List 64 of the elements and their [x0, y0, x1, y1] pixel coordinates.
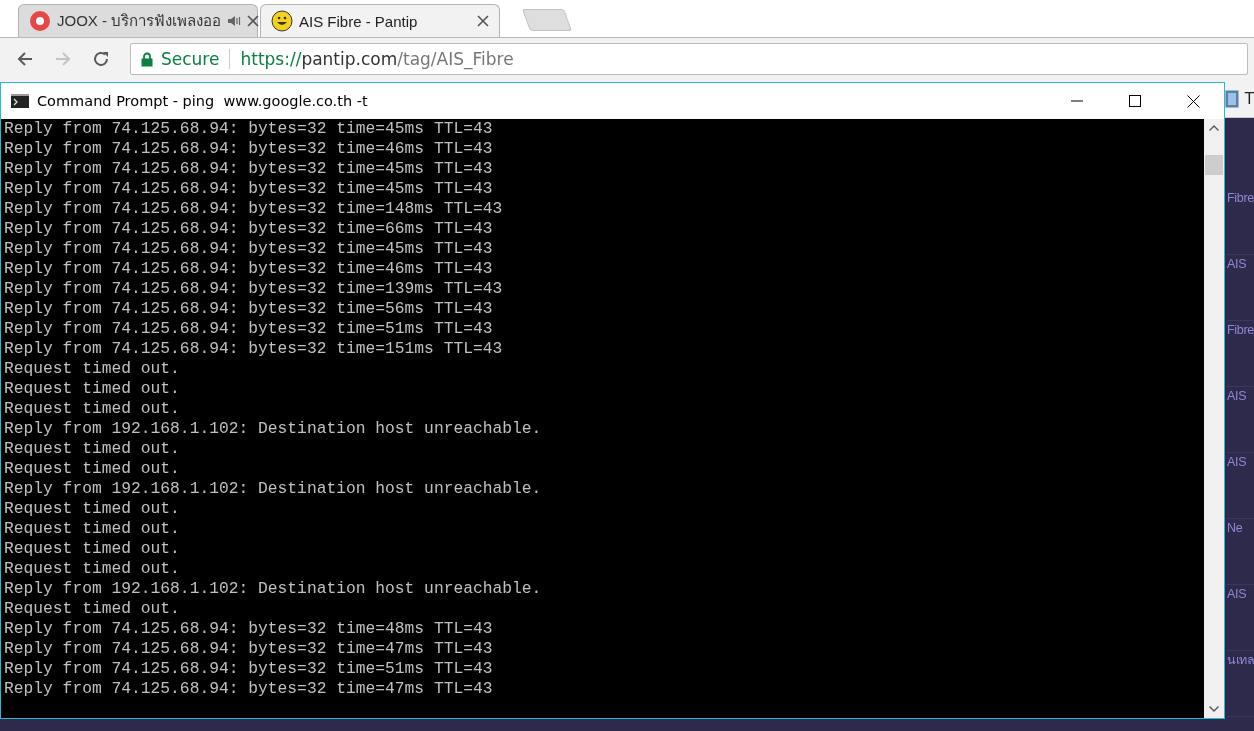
console-line: Reply from 74.125.68.94: bytes=32 time=139ms TTL=43 — [4, 279, 504, 299]
url-text: https://pantip.com/tag/AIS_Fibre — [240, 49, 514, 69]
maximize-icon — [1129, 95, 1141, 107]
console-line: Request timed out. — [4, 599, 181, 619]
address-bar[interactable]: Secure https://pantip.com/tag/AIS_Fibre — [130, 43, 1248, 75]
console-line: Reply from 192.168.1.102: Destination host unreachable. — [4, 479, 543, 499]
smiley-icon — [271, 10, 293, 32]
console-line: Request timed out. — [4, 539, 181, 559]
app-logo-icon — [29, 10, 51, 32]
lock-icon — [141, 51, 153, 67]
console-line: Reply from 74.125.68.94: bytes=32 time=148ms TTL=43 — [4, 199, 504, 219]
scrollbar[interactable] — [1204, 119, 1224, 718]
close-icon — [1186, 94, 1200, 108]
topic-link[interactable]: Fibre — [1227, 189, 1254, 207]
back-arrow-icon — [16, 50, 34, 68]
topic-link[interactable]: นเทล — [1227, 651, 1254, 669]
minimize-icon — [1071, 100, 1083, 102]
console-line: Reply from 74.125.68.94: bytes=32 time=47ms TTL=43 — [4, 639, 494, 659]
tab-title: AIS Fibre - Pantip — [299, 12, 419, 30]
console-line: Request timed out. — [4, 359, 181, 379]
console-line: Reply from 74.125.68.94: bytes=32 time=51ms TTL=43 — [4, 659, 494, 679]
close-icon[interactable] — [247, 15, 260, 27]
topic-link[interactable]: AIS — [1227, 453, 1247, 471]
console-line: Request timed out. — [4, 519, 181, 539]
console-line: Request timed out. — [4, 439, 181, 459]
topic-link[interactable]: AIS — [1227, 255, 1247, 273]
console-line: Reply from 192.168.1.102: Destination host unreachable. — [4, 579, 543, 599]
console-line: Request timed out. — [4, 399, 181, 419]
window-title: Command Prompt - ping www.google.co.th -t — [37, 93, 369, 109]
console-line: Reply from 74.125.68.94: bytes=32 time=151ms TTL=43 — [4, 339, 504, 359]
console-line: Reply from 74.125.68.94: bytes=32 time=51ms TTL=43 — [4, 319, 494, 339]
forward-arrow-icon — [54, 50, 72, 68]
browser-tab[interactable]: AIS Fibre - Pantip — [260, 4, 500, 37]
console-line: Reply from 74.125.68.94: bytes=32 time=66ms TTL=43 — [4, 219, 494, 239]
topic-link[interactable]: AIS — [1227, 387, 1247, 405]
scroll-up-icon[interactable] — [1209, 125, 1219, 131]
topic-link[interactable]: Ne — [1227, 519, 1243, 537]
scrollbar-thumb[interactable] — [1205, 155, 1223, 175]
console-line: Reply from 74.125.68.94: bytes=32 time=45ms TTL=43 — [4, 119, 494, 139]
console-line: Request timed out. — [4, 459, 181, 479]
console-line: Request timed out. — [4, 559, 181, 579]
speaker-icon[interactable] — [227, 14, 242, 28]
security-label: Secure — [161, 49, 220, 69]
console-line: Reply from 192.168.1.102: Destination host unreachable. — [4, 419, 543, 439]
console-line: Reply from 74.125.68.94: bytes=32 time=45ms TTL=43 — [4, 179, 494, 199]
console-line: Request timed out. — [4, 379, 181, 399]
film-icon — [1224, 89, 1239, 108]
browser-tab[interactable]: JOOX - บริการฟังเพลงออ — [18, 4, 258, 37]
console-line: Reply from 74.125.68.94: bytes=32 time=46ms TTL=43 — [4, 139, 494, 159]
reload-icon — [92, 50, 110, 68]
bookmark-item[interactable]: T — [1244, 89, 1254, 108]
console-line: Reply from 74.125.68.94: bytes=32 time=45ms TTL=43 — [4, 159, 494, 179]
console-line: Reply from 74.125.68.94: bytes=32 time=47ms TTL=43 — [4, 679, 494, 699]
console-line: Reply from 74.125.68.94: bytes=32 time=56ms TTL=43 — [4, 299, 494, 319]
scroll-down-icon[interactable] — [1209, 706, 1219, 712]
console-line: Request timed out. — [4, 499, 181, 519]
console-line: Reply from 74.125.68.94: bytes=32 time=45ms TTL=43 — [4, 239, 494, 259]
topic-link[interactable]: Fibre — [1227, 321, 1254, 339]
console-line: Reply from 74.125.68.94: bytes=32 time=48ms TTL=43 — [4, 619, 494, 639]
console-line: Reply from 74.125.68.94: bytes=32 time=46ms TTL=43 — [4, 259, 494, 279]
tab-title: JOOX - บริการฟังเพลงออ — [57, 11, 222, 31]
close-icon[interactable] — [477, 15, 489, 27]
topic-link[interactable]: AIS — [1227, 585, 1247, 603]
terminal-icon — [11, 94, 29, 108]
